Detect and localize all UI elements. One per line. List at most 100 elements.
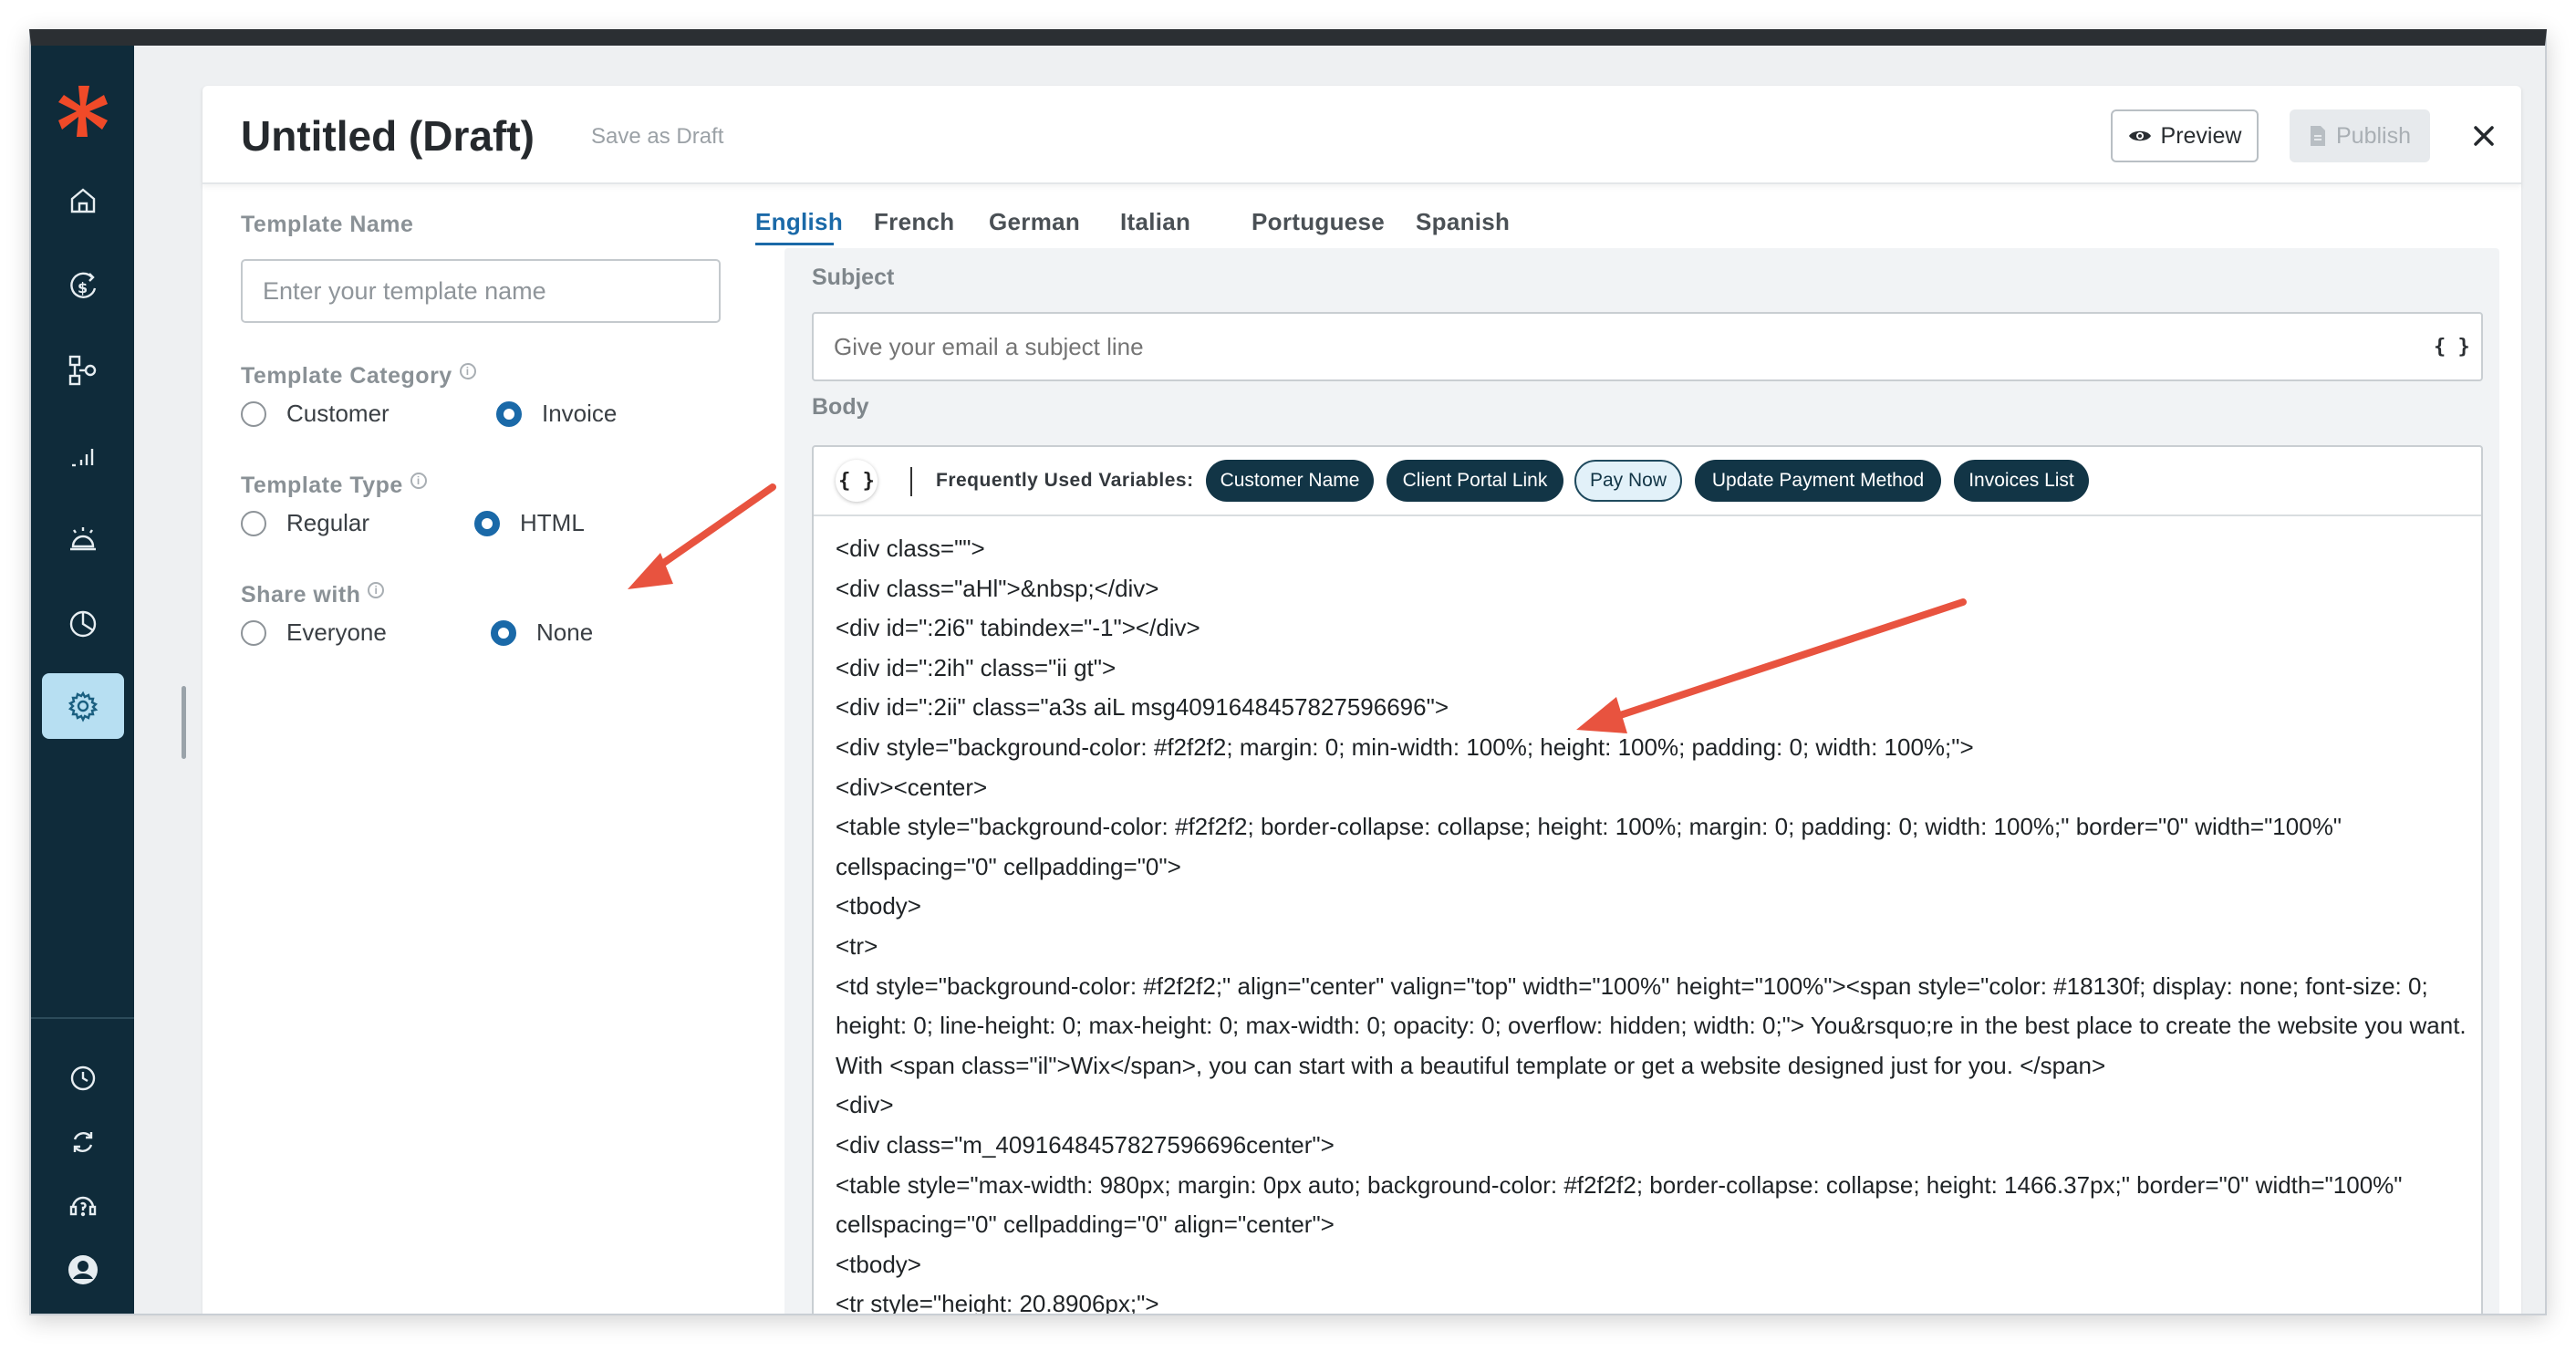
radio-category-invoice[interactable]: Invoice [496, 400, 617, 428]
annotation-arrow-icon [1576, 598, 1967, 733]
subject-label: Subject [812, 265, 895, 290]
code-line: <div class="m_4091648457827596696center"… [836, 1130, 1335, 1159]
variable-chip-customer-name[interactable]: Customer Name [1206, 460, 1374, 502]
document-icon [2311, 126, 2325, 146]
preview-label: Preview [2160, 122, 2242, 149]
tab-german[interactable]: German [989, 208, 1080, 236]
svg-text:$: $ [78, 279, 88, 296]
preview-button[interactable]: Preview [2111, 109, 2259, 162]
code-line: With <span class="il">Wix</span>, you ca… [836, 1051, 2106, 1079]
editor-header: Untitled (Draft) Save as Draft Preview P… [203, 86, 2521, 184]
radio-label: HTML [520, 509, 585, 536]
code-line: <tr> [836, 931, 878, 960]
eye-icon [2128, 130, 2151, 141]
gear-icon [68, 691, 99, 722]
save-as-draft-link[interactable]: Save as Draft [591, 124, 723, 150]
radio-type-html[interactable]: HTML [474, 509, 585, 537]
code-line: cellspacing="0" cellpadding="0"> [836, 852, 1181, 880]
template-category-text: Template Category [241, 363, 452, 389]
radio-circle-selected [496, 400, 522, 427]
code-line: <div><center> [836, 773, 988, 801]
radio-category-customer[interactable]: Customer [241, 400, 390, 428]
code-line: <div class=""> [836, 535, 985, 562]
share-with-label: Share with i [241, 582, 385, 608]
sync-icon [73, 1132, 93, 1152]
close-icon[interactable] [2468, 120, 2499, 151]
nav-reports[interactable] [42, 423, 124, 489]
annotation-arrow-icon [628, 483, 776, 589]
template-type-label: Template Type i [241, 473, 427, 499]
nav-workflows[interactable] [42, 338, 124, 403]
nav-home[interactable] [42, 168, 124, 234]
code-line: <tr style="height: 20.8906px;"> [836, 1290, 1159, 1315]
radio-label: Regular [286, 509, 370, 536]
tab-french[interactable]: French [874, 208, 954, 236]
brand-logo-icon[interactable] [58, 84, 108, 139]
radio-label: Customer [286, 400, 390, 427]
code-line: <tbody> [836, 892, 921, 920]
radio-share-none[interactable]: None [491, 618, 593, 647]
template-type-text: Template Type [241, 473, 403, 498]
active-tab-indicator [755, 243, 834, 245]
variable-chip-update-payment-method[interactable]: Update Payment Method [1695, 460, 1941, 502]
page-title: Untitled (Draft) [241, 112, 535, 160]
template-category-label: Template Category i [241, 363, 476, 390]
nav-payments[interactable]: $ [42, 254, 124, 319]
app-window: $ Untitled (Draft) Save as Draft Preview… [29, 29, 2547, 1315]
user-avatar-icon [68, 1255, 98, 1284]
radio-circle [241, 400, 266, 427]
scroll-indicator[interactable] [182, 686, 186, 759]
share-with-text: Share with [241, 582, 361, 608]
clock-icon [70, 1065, 96, 1091]
code-line: <td style="background-color: #f2f2f2;" a… [836, 972, 2428, 1000]
template-name-label: Template Name [241, 212, 414, 237]
sidebar-divider [31, 1017, 134, 1019]
nav-settings[interactable] [42, 673, 124, 739]
support-icon [69, 1196, 97, 1217]
radio-label: None [536, 618, 594, 646]
nav-sync[interactable] [42, 1109, 124, 1175]
nav-analytics[interactable] [42, 591, 124, 657]
editor-toolbar: { } Frequently Used Variables: Customer … [814, 447, 2481, 516]
info-icon[interactable]: i [459, 363, 476, 379]
nav-profile[interactable] [42, 1237, 124, 1303]
pie-chart-icon [69, 610, 97, 638]
nav-support[interactable] [42, 1173, 124, 1239]
tab-italian[interactable]: Italian [1120, 208, 1190, 236]
variable-chip-pay-now[interactable]: Pay Now [1574, 460, 1682, 502]
subject-input[interactable] [812, 312, 2483, 381]
info-icon[interactable]: i [410, 473, 427, 489]
code-line: <table style="background-color: #f2f2f2;… [836, 813, 2342, 841]
toolbar-separator [910, 467, 912, 496]
radio-label: Everyone [286, 618, 387, 646]
radio-circle-selected [474, 510, 500, 536]
bell-service-icon [70, 527, 96, 551]
info-icon[interactable]: i [368, 582, 385, 598]
code-line: height: 0; line-height: 0; max-height: 0… [836, 1012, 2467, 1040]
radio-label: Invoice [542, 400, 618, 427]
variable-chip-client-portal-link[interactable]: Client Portal Link [1387, 460, 1563, 502]
template-name-input[interactable] [241, 259, 721, 323]
radio-type-regular[interactable]: Regular [241, 509, 369, 537]
insert-variable-button[interactable]: { } [836, 460, 878, 502]
subject-variable-button[interactable]: { } [2434, 336, 2470, 359]
nav-service[interactable] [42, 507, 124, 573]
home-icon [70, 188, 96, 213]
code-line: cellspacing="0" cellpadding="0" align="c… [836, 1211, 1335, 1239]
code-line: <div> [836, 1091, 894, 1119]
tab-portuguese[interactable]: Portuguese [1252, 208, 1385, 236]
radio-circle [241, 619, 266, 646]
frequently-used-variables-label: Frequently Used Variables: [936, 470, 1194, 491]
tab-spanish[interactable]: Spanish [1416, 208, 1510, 236]
body-label: Body [812, 394, 869, 420]
bar-chart-icon [72, 449, 94, 467]
dollar-refresh-icon: $ [70, 272, 97, 298]
nav-history[interactable] [42, 1045, 124, 1111]
publish-button[interactable]: Publish [2290, 109, 2430, 162]
radio-circle-selected [491, 619, 516, 646]
variable-chip-invoices-list[interactable]: Invoices List [1954, 460, 2089, 502]
tab-english[interactable]: English [755, 208, 843, 236]
language-content-panel: Subject { } Body { } Frequently Used Var… [784, 248, 2499, 1315]
body-editor[interactable]: { } Frequently Used Variables: Customer … [812, 445, 2483, 1315]
radio-share-everyone[interactable]: Everyone [241, 618, 387, 647]
